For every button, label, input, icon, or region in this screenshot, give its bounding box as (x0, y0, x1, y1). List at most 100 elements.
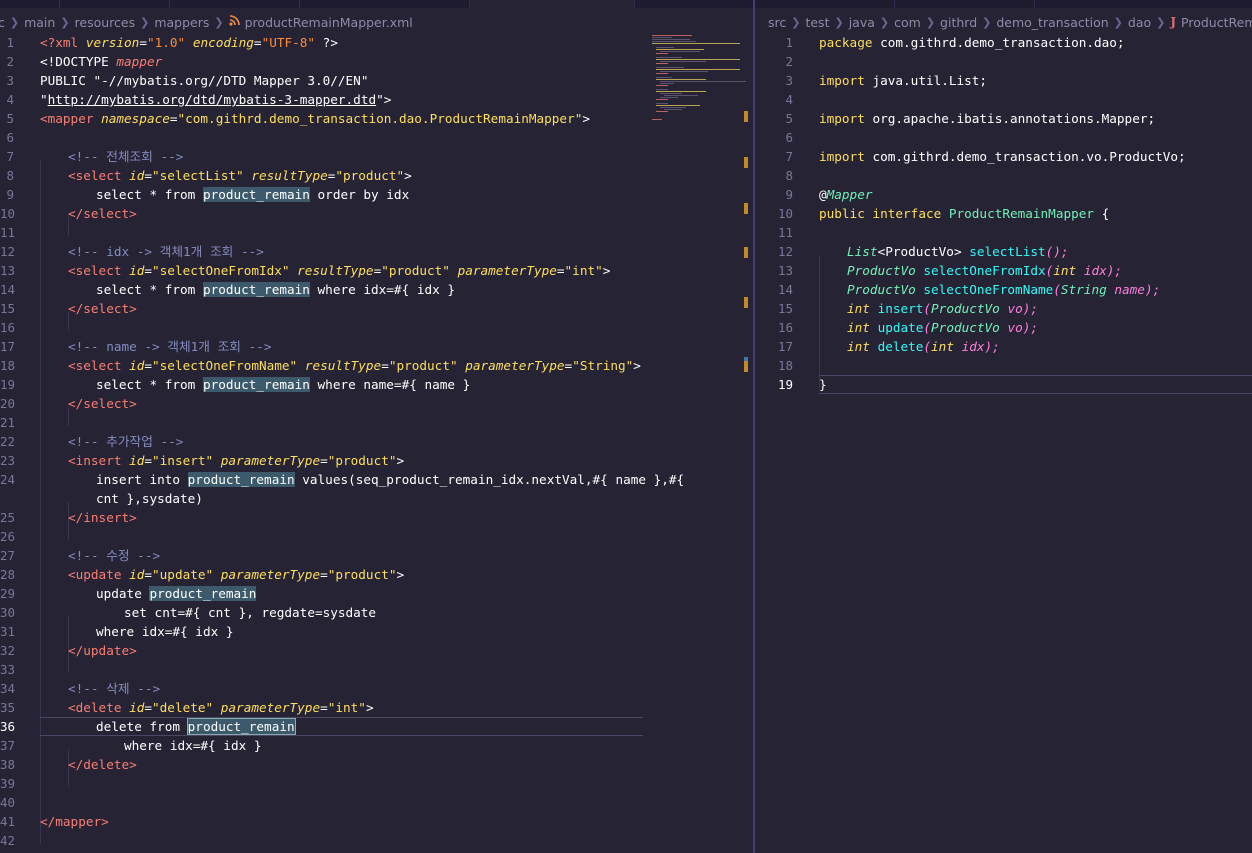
tab-ghost[interactable] (895, 0, 1035, 8)
java-token: ); (984, 339, 1000, 354)
selected-word: product_remain (186, 718, 296, 735)
line-number: 13 (0, 263, 16, 278)
xml-token: <mapper (40, 111, 102, 126)
line-number: 34 (0, 681, 16, 696)
java-token: int (847, 339, 870, 354)
xml-token: id (129, 168, 145, 183)
chevron-right-icon: ❯ (214, 15, 224, 29)
breadcrumb-item[interactable]: java (849, 15, 875, 30)
java-token: ProductVo (847, 282, 916, 297)
line-number: 22 (0, 434, 16, 449)
tab-ghost[interactable] (170, 0, 300, 8)
breadcrumb-item[interactable]: test (805, 15, 829, 30)
code-line: 5 import org.apache.ibatis.annotations.Ma… (755, 109, 1252, 128)
line-number: 15 (777, 301, 793, 316)
chevron-right-icon: ❯ (791, 15, 801, 29)
line-number: 8 (785, 168, 793, 183)
code-line: 14 select * from product_remain where idx… (0, 280, 753, 299)
breadcrumb-item[interactable]: resources (75, 15, 136, 30)
chevron-right-icon: ❯ (1156, 15, 1166, 29)
java-token (954, 339, 962, 354)
xml-token: "com.githrd.demo_transaction.dao.Product… (177, 111, 583, 126)
breadcrumb-item[interactable]: com (894, 15, 921, 30)
line-number: 37 (0, 738, 16, 753)
xml-comment: <!-- 수정 --> (68, 548, 161, 563)
xml-token: "> (376, 92, 392, 107)
xml-token: "product" (388, 358, 458, 373)
xml-token: </select> (68, 396, 137, 411)
code-line: 3 PUBLIC "-//mybatis.org//DTD Mapper 3.0/… (0, 71, 753, 90)
xml-token: <select (68, 358, 130, 373)
tab-ghost[interactable] (300, 0, 470, 8)
code-line: 31 where idx=#{ idx } (0, 622, 753, 641)
minimap[interactable] (648, 33, 746, 163)
line-number: 5 (6, 111, 14, 126)
code-line: 16 int update(ProductVo vo); (755, 318, 1252, 337)
line-number: 17 (0, 339, 16, 354)
xml-token: > (396, 453, 405, 468)
line-number: 13 (777, 263, 793, 278)
line-number: 31 (0, 624, 16, 639)
java-token: <ProductVo> (877, 244, 970, 259)
tab-ghost[interactable] (60, 0, 170, 8)
java-token: selectOneFromIdx (923, 263, 1046, 278)
line-number: 10 (0, 206, 16, 221)
breadcrumb-item[interactable]: dao (1128, 15, 1151, 30)
tab-ghost[interactable] (0, 0, 60, 8)
tab-ghost[interactable] (755, 0, 895, 8)
xml-token: = (139, 35, 147, 50)
breadcrumb-item[interactable]: main (24, 15, 55, 30)
breadcrumb-file[interactable]: productRemainMapper.xml (245, 15, 413, 30)
xml-token: = (381, 358, 389, 373)
dtd-link[interactable]: http://mybatis.org/dtd/mybatis-3-mapper.… (48, 92, 376, 107)
breadcrumb-item[interactable]: demo_transaction (996, 15, 1108, 30)
java-token: int (847, 301, 870, 316)
code-line: 27 <!-- 수정 --> (0, 546, 753, 565)
breadcrumb: c ❯ main ❯ resources ❯ mappers ❯ productRema… (0, 10, 753, 34)
code-line: 10 public interface ProductRemainMapper { (755, 204, 1252, 223)
xml-comment: <!-- name -> 객체1개 조회 --> (68, 339, 272, 354)
code-line: 17 <!-- name -> 객체1개 조회 --> (0, 337, 753, 356)
java-token (870, 320, 878, 335)
code-line: 13 ProductVo selectOneFromIdx(int idx); (755, 261, 1252, 280)
editor-pane-left: c ❯ main ❯ resources ❯ mappers ❯ productRema… (0, 8, 753, 853)
java-token: int (1053, 263, 1077, 278)
line-number: 11 (0, 225, 16, 240)
code-line: 41 </mapper> (0, 812, 753, 831)
xml-token: encoding (192, 35, 254, 50)
code-editor-java[interactable]: 1 package com.githrd.demo_transaction.dao… (755, 33, 1252, 853)
line-number: 4 (785, 92, 793, 107)
xml-token: > (582, 111, 590, 126)
word-highlight: product_remain (202, 282, 310, 297)
sql-token: update (96, 586, 150, 601)
breadcrumb-file[interactable]: ProductRemainMapper.java (1181, 15, 1252, 30)
breadcrumb-item[interactable]: src (768, 15, 786, 30)
line-number: 27 (0, 548, 16, 563)
line-number: 11 (777, 225, 793, 240)
java-token: update (877, 320, 924, 335)
breadcrumb-item[interactable]: mappers (154, 15, 209, 30)
code-line: 40 (0, 793, 753, 812)
xml-comment: <!-- 추가작업 --> (68, 434, 184, 449)
find-match-marker (744, 111, 748, 122)
java-token: interface (872, 206, 942, 221)
code-editor-xml[interactable]: 1 <?xml version="1.0" encoding="UTF-8" ?>… (0, 33, 753, 853)
java-token: int (847, 320, 870, 335)
xml-token: <select (68, 263, 130, 278)
code-line: 38 </delete> (0, 755, 753, 774)
code-line: 12 List<ProductVo> selectList(); (755, 242, 1252, 261)
code-line: 9 @Mapper (755, 185, 1252, 204)
java-token: ProductVo (847, 263, 916, 278)
breadcrumb-item[interactable]: c (0, 15, 5, 30)
xml-token: > (396, 567, 405, 582)
line-number: 29 (0, 586, 16, 601)
line-number: 39 (0, 776, 16, 791)
code-line: 26 (0, 527, 753, 546)
java-token: selectList (969, 244, 1046, 259)
overview-ruler[interactable] (744, 33, 748, 853)
tab-active[interactable] (470, 0, 635, 8)
xml-token (185, 35, 193, 50)
xml-token: parameterType (220, 700, 321, 715)
xml-token: "product" (327, 567, 397, 582)
breadcrumb-item[interactable]: githrd (940, 15, 977, 30)
